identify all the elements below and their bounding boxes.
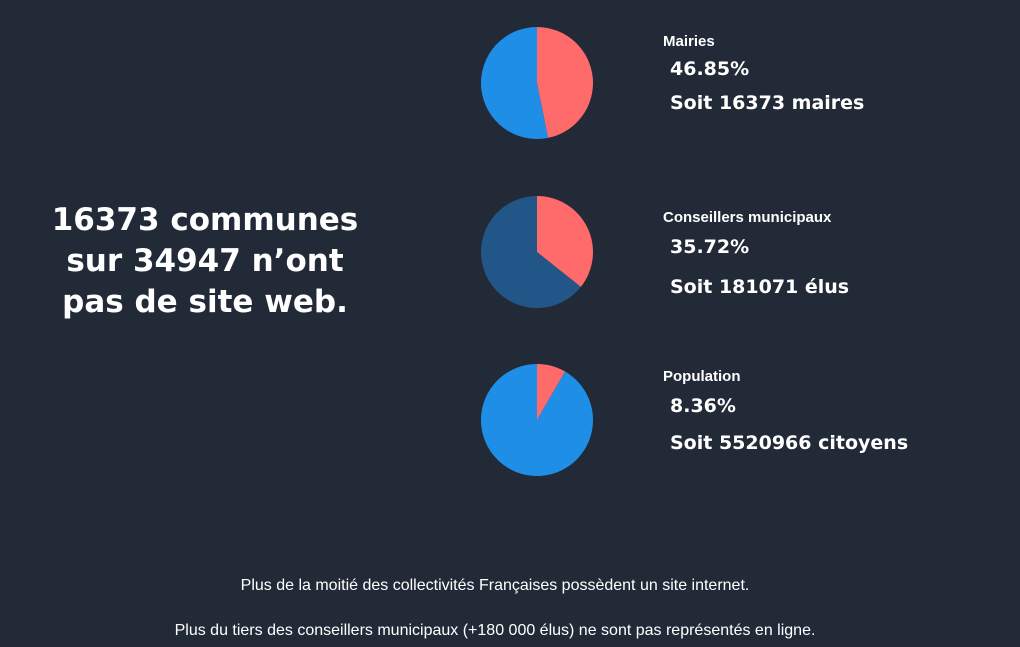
chart-title-conseillers: Conseillers municipaux: [663, 209, 832, 226]
detail-label-mairies: Soit 16373 maires: [670, 92, 865, 114]
pie-slice-remainder: [481, 364, 593, 476]
pie-chart-conseillers: [476, 191, 598, 313]
pie-chart-mairies: [476, 22, 598, 144]
footer-text-1: Plus de la moitié des collectivités Fran…: [240, 577, 750, 594]
headline-line-3: pas de site web.: [62, 284, 348, 320]
pie-chart-population: [476, 359, 598, 481]
headline-line-2: sur 34947 n’ont: [66, 243, 344, 279]
pie-slice-highlight: [537, 27, 593, 138]
chart-title-population: Population: [663, 368, 741, 385]
detail-label-conseillers: Soit 181071 élus: [670, 276, 850, 298]
headline-line-1: 16373 communes: [51, 202, 359, 238]
percent-label-conseillers: 35.72%: [670, 236, 750, 258]
chart-title-mairies: Mairies: [663, 33, 715, 50]
percent-label-population: 8.36%: [670, 395, 736, 417]
detail-label-population: Soit 5520966 citoyens: [670, 432, 909, 454]
percent-label-mairies: 46.85%: [670, 58, 750, 80]
footer-text-2: Plus du tiers des conseillers municipaux…: [174, 622, 816, 639]
headline: 16373 communes sur 34947 n’ont pas de si…: [40, 200, 370, 323]
